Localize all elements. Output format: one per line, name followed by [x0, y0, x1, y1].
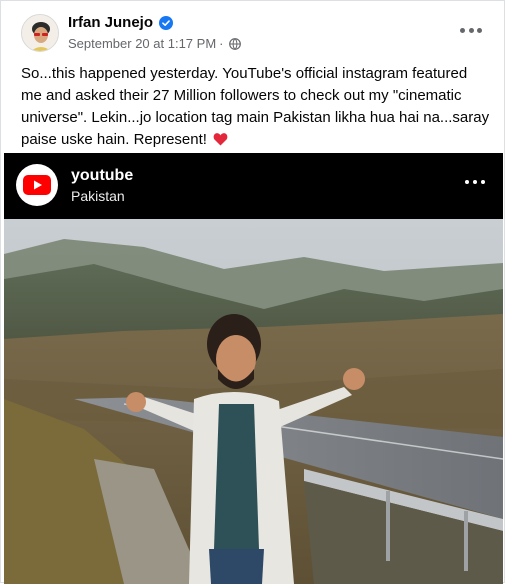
globe-icon[interactable]: [228, 37, 241, 50]
author-avatar[interactable]: [21, 14, 59, 52]
post-more-options-button[interactable]: [460, 23, 482, 37]
channel-info: youtube Pakistan: [71, 165, 133, 205]
author-name[interactable]: Irfan Junejo: [68, 14, 153, 31]
channel-name[interactable]: youtube: [71, 165, 133, 187]
more-options-icon: [465, 180, 469, 184]
facebook-post: Irfan Junejo September 20 at 1:17 PM · S…: [0, 0, 505, 584]
more-options-icon: [460, 27, 465, 33]
embedded-instagram-post[interactable]: youtube Pakistan: [4, 153, 503, 584]
embed-more-options-button[interactable]: [465, 180, 485, 186]
meta-separator: ·: [219, 36, 224, 51]
location-tag[interactable]: Pakistan: [71, 187, 133, 205]
red-heart-icon: [213, 133, 228, 146]
post-timestamp[interactable]: September 20 at 1:17 PM: [68, 36, 216, 51]
youtube-logo-icon: [23, 175, 51, 195]
channel-avatar[interactable]: [16, 164, 58, 206]
post-photo[interactable]: [4, 219, 503, 584]
post-message: So...this happened yesterday. YouTube's …: [21, 65, 490, 148]
verified-badge-icon: [159, 15, 174, 30]
post-text: So...this happened yesterday. YouTube's …: [21, 63, 491, 151]
